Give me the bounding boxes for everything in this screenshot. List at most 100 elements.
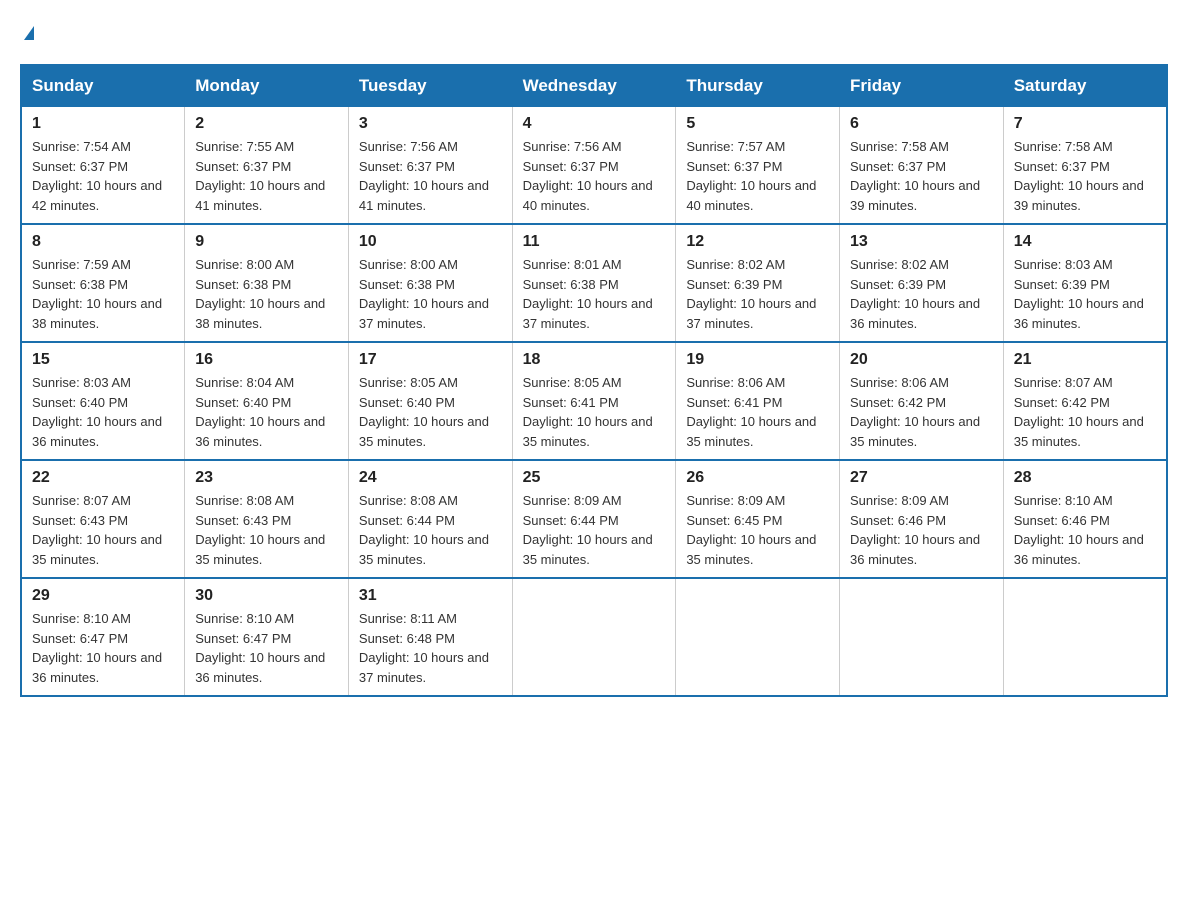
week-row-2: 8 Sunrise: 7:59 AMSunset: 6:38 PMDaylight… bbox=[21, 224, 1167, 342]
day-cell: 4 Sunrise: 7:56 AMSunset: 6:37 PMDaylight… bbox=[512, 107, 676, 225]
day-info: Sunrise: 8:06 AMSunset: 6:42 PMDaylight:… bbox=[850, 373, 993, 451]
page-header bbox=[20, 20, 1168, 44]
day-number: 2 bbox=[195, 115, 338, 133]
header-tuesday: Tuesday bbox=[348, 65, 512, 107]
day-number: 11 bbox=[523, 233, 666, 251]
logo bbox=[20, 20, 34, 44]
day-cell: 5 Sunrise: 7:57 AMSunset: 6:37 PMDaylight… bbox=[676, 107, 840, 225]
day-cell: 8 Sunrise: 7:59 AMSunset: 6:38 PMDaylight… bbox=[21, 224, 185, 342]
day-info: Sunrise: 8:03 AMSunset: 6:40 PMDaylight:… bbox=[32, 373, 174, 451]
day-number: 9 bbox=[195, 233, 338, 251]
day-cell: 22 Sunrise: 8:07 AMSunset: 6:43 PMDayligh… bbox=[21, 460, 185, 578]
day-info: Sunrise: 8:11 AMSunset: 6:48 PMDaylight:… bbox=[359, 609, 502, 687]
day-number: 4 bbox=[523, 115, 666, 133]
day-number: 26 bbox=[686, 469, 829, 487]
day-cell: 30 Sunrise: 8:10 AMSunset: 6:47 PMDayligh… bbox=[185, 578, 349, 696]
day-number: 30 bbox=[195, 587, 338, 605]
day-info: Sunrise: 8:06 AMSunset: 6:41 PMDaylight:… bbox=[686, 373, 829, 451]
day-cell: 21 Sunrise: 8:07 AMSunset: 6:42 PMDayligh… bbox=[1003, 342, 1167, 460]
day-cell: 25 Sunrise: 8:09 AMSunset: 6:44 PMDayligh… bbox=[512, 460, 676, 578]
logo-triangle-icon bbox=[24, 26, 34, 40]
logo-line1 bbox=[20, 20, 34, 44]
day-cell: 2 Sunrise: 7:55 AMSunset: 6:37 PMDaylight… bbox=[185, 107, 349, 225]
day-info: Sunrise: 8:09 AMSunset: 6:46 PMDaylight:… bbox=[850, 491, 993, 569]
day-cell: 29 Sunrise: 8:10 AMSunset: 6:47 PMDayligh… bbox=[21, 578, 185, 696]
week-row-1: 1 Sunrise: 7:54 AMSunset: 6:37 PMDaylight… bbox=[21, 107, 1167, 225]
day-cell: 28 Sunrise: 8:10 AMSunset: 6:46 PMDayligh… bbox=[1003, 460, 1167, 578]
day-number: 1 bbox=[32, 115, 174, 133]
day-cell bbox=[1003, 578, 1167, 696]
calendar-header-row: SundayMondayTuesdayWednesdayThursdayFrid… bbox=[21, 65, 1167, 107]
header-sunday: Sunday bbox=[21, 65, 185, 107]
day-number: 8 bbox=[32, 233, 174, 251]
day-number: 3 bbox=[359, 115, 502, 133]
day-info: Sunrise: 8:08 AMSunset: 6:43 PMDaylight:… bbox=[195, 491, 338, 569]
day-number: 14 bbox=[1014, 233, 1156, 251]
day-info: Sunrise: 7:56 AMSunset: 6:37 PMDaylight:… bbox=[523, 137, 666, 215]
day-number: 17 bbox=[359, 351, 502, 369]
day-number: 24 bbox=[359, 469, 502, 487]
day-info: Sunrise: 8:03 AMSunset: 6:39 PMDaylight:… bbox=[1014, 255, 1156, 333]
day-cell bbox=[676, 578, 840, 696]
day-cell: 16 Sunrise: 8:04 AMSunset: 6:40 PMDayligh… bbox=[185, 342, 349, 460]
day-cell: 9 Sunrise: 8:00 AMSunset: 6:38 PMDaylight… bbox=[185, 224, 349, 342]
day-info: Sunrise: 8:05 AMSunset: 6:40 PMDaylight:… bbox=[359, 373, 502, 451]
day-cell: 14 Sunrise: 8:03 AMSunset: 6:39 PMDayligh… bbox=[1003, 224, 1167, 342]
day-info: Sunrise: 8:09 AMSunset: 6:45 PMDaylight:… bbox=[686, 491, 829, 569]
day-number: 27 bbox=[850, 469, 993, 487]
day-cell: 6 Sunrise: 7:58 AMSunset: 6:37 PMDaylight… bbox=[840, 107, 1004, 225]
day-info: Sunrise: 7:58 AMSunset: 6:37 PMDaylight:… bbox=[850, 137, 993, 215]
day-cell: 7 Sunrise: 7:58 AMSunset: 6:37 PMDaylight… bbox=[1003, 107, 1167, 225]
day-info: Sunrise: 7:59 AMSunset: 6:38 PMDaylight:… bbox=[32, 255, 174, 333]
day-number: 16 bbox=[195, 351, 338, 369]
day-number: 15 bbox=[32, 351, 174, 369]
day-number: 13 bbox=[850, 233, 993, 251]
day-number: 18 bbox=[523, 351, 666, 369]
day-info: Sunrise: 7:55 AMSunset: 6:37 PMDaylight:… bbox=[195, 137, 338, 215]
day-number: 20 bbox=[850, 351, 993, 369]
day-number: 25 bbox=[523, 469, 666, 487]
day-info: Sunrise: 8:02 AMSunset: 6:39 PMDaylight:… bbox=[850, 255, 993, 333]
day-info: Sunrise: 8:07 AMSunset: 6:43 PMDaylight:… bbox=[32, 491, 174, 569]
day-cell bbox=[840, 578, 1004, 696]
day-info: Sunrise: 8:05 AMSunset: 6:41 PMDaylight:… bbox=[523, 373, 666, 451]
day-cell: 27 Sunrise: 8:09 AMSunset: 6:46 PMDayligh… bbox=[840, 460, 1004, 578]
day-number: 6 bbox=[850, 115, 993, 133]
header-saturday: Saturday bbox=[1003, 65, 1167, 107]
week-row-4: 22 Sunrise: 8:07 AMSunset: 6:43 PMDayligh… bbox=[21, 460, 1167, 578]
day-number: 7 bbox=[1014, 115, 1156, 133]
day-number: 12 bbox=[686, 233, 829, 251]
day-cell: 10Sunrise: 8:00 AMSunset: 6:38 PMDayligh… bbox=[348, 224, 512, 342]
day-info: Sunrise: 8:10 AMSunset: 6:47 PMDaylight:… bbox=[195, 609, 338, 687]
day-info: Sunrise: 8:00 AMSunset: 6:38 PMDaylight:… bbox=[359, 255, 502, 333]
week-row-5: 29 Sunrise: 8:10 AMSunset: 6:47 PMDayligh… bbox=[21, 578, 1167, 696]
day-number: 5 bbox=[686, 115, 829, 133]
day-cell: 19 Sunrise: 8:06 AMSunset: 6:41 PMDayligh… bbox=[676, 342, 840, 460]
header-wednesday: Wednesday bbox=[512, 65, 676, 107]
day-cell: 11 Sunrise: 8:01 AMSunset: 6:38 PMDayligh… bbox=[512, 224, 676, 342]
day-info: Sunrise: 8:10 AMSunset: 6:46 PMDaylight:… bbox=[1014, 491, 1156, 569]
day-info: Sunrise: 8:10 AMSunset: 6:47 PMDaylight:… bbox=[32, 609, 174, 687]
day-number: 19 bbox=[686, 351, 829, 369]
day-info: Sunrise: 8:01 AMSunset: 6:38 PMDaylight:… bbox=[523, 255, 666, 333]
day-info: Sunrise: 7:57 AMSunset: 6:37 PMDaylight:… bbox=[686, 137, 829, 215]
day-cell: 3Sunrise: 7:56 AMSunset: 6:37 PMDaylight… bbox=[348, 107, 512, 225]
day-info: Sunrise: 8:07 AMSunset: 6:42 PMDaylight:… bbox=[1014, 373, 1156, 451]
day-cell: 31Sunrise: 8:11 AMSunset: 6:48 PMDayligh… bbox=[348, 578, 512, 696]
day-info: Sunrise: 8:09 AMSunset: 6:44 PMDaylight:… bbox=[523, 491, 666, 569]
day-cell: 17 Sunrise: 8:05 AMSunset: 6:40 PMDayligh… bbox=[348, 342, 512, 460]
header-monday: Monday bbox=[185, 65, 349, 107]
day-info: Sunrise: 8:00 AMSunset: 6:38 PMDaylight:… bbox=[195, 255, 338, 333]
day-info: Sunrise: 8:02 AMSunset: 6:39 PMDaylight:… bbox=[686, 255, 829, 333]
day-info: Sunrise: 7:58 AMSunset: 6:37 PMDaylight:… bbox=[1014, 137, 1156, 215]
day-cell bbox=[512, 578, 676, 696]
day-info: Sunrise: 8:04 AMSunset: 6:40 PMDaylight:… bbox=[195, 373, 338, 451]
day-number: 29 bbox=[32, 587, 174, 605]
day-number: 21 bbox=[1014, 351, 1156, 369]
day-info: Sunrise: 7:54 AMSunset: 6:37 PMDaylight:… bbox=[32, 137, 174, 215]
day-number: 22 bbox=[32, 469, 174, 487]
day-number: 28 bbox=[1014, 469, 1156, 487]
header-friday: Friday bbox=[840, 65, 1004, 107]
header-thursday: Thursday bbox=[676, 65, 840, 107]
day-cell: 13 Sunrise: 8:02 AMSunset: 6:39 PMDayligh… bbox=[840, 224, 1004, 342]
